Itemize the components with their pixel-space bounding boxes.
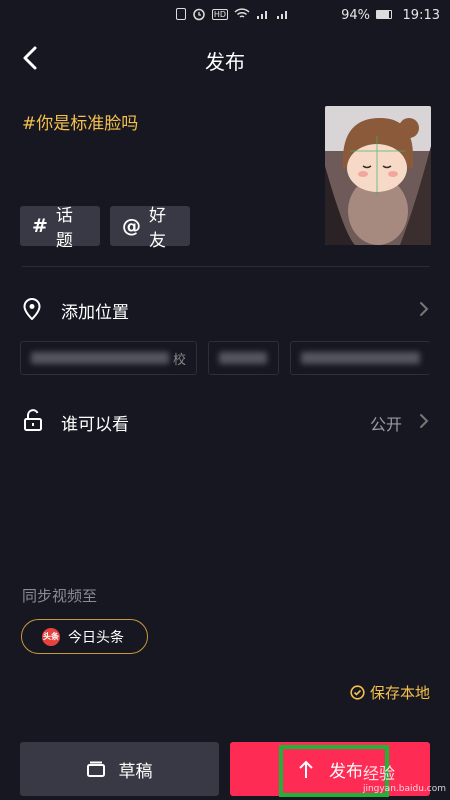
draft-box-icon xyxy=(86,761,105,777)
location-pin-icon xyxy=(23,298,41,320)
thumbnail-image xyxy=(325,106,431,245)
baidu-jingyan-watermark: 经验 jingyan.baidu.com xyxy=(363,760,446,794)
signal-4g-icon xyxy=(257,11,267,19)
vibrate-icon xyxy=(175,8,186,20)
sync-toutiao-toggle[interactable]: 头条 今日头条 xyxy=(21,619,148,654)
status-bar: HD 94% 19:13 xyxy=(0,0,450,32)
divider xyxy=(22,266,430,267)
save-local-label: 保存本地 xyxy=(369,684,430,702)
watermark-brand: 经验 xyxy=(362,764,395,783)
location-suggestion[interactable] xyxy=(290,341,430,375)
video-thumbnail[interactable] xyxy=(325,106,431,245)
save-local-toggle[interactable]: 保存本地 xyxy=(350,682,430,703)
caption-input[interactable]: #你是标准脸吗 xyxy=(22,109,138,134)
alarm-icon xyxy=(193,8,205,21)
watermark-url: jingyan.baidu.com xyxy=(362,784,446,794)
blurred-text xyxy=(31,352,169,364)
location-suggestion[interactable] xyxy=(208,341,279,375)
location-suggestion-text: 校 xyxy=(172,352,186,368)
location-suggestion[interactable]: 校 xyxy=(20,341,197,375)
hd-icon: HD xyxy=(211,8,228,20)
sync-target-label: 今日头条 xyxy=(68,629,124,646)
chevron-right-icon xyxy=(420,302,429,316)
page-title: 发布 xyxy=(205,50,245,74)
draft-button[interactable]: 草稿 xyxy=(20,742,219,796)
status-icons: HD xyxy=(175,7,290,21)
topic-chip-label: 话题 xyxy=(55,206,73,251)
add-location-row[interactable]: 添加位置 xyxy=(0,288,450,330)
visibility-value: 公开 xyxy=(369,415,402,434)
blurred-text xyxy=(219,352,267,364)
clock-time: 19:13 xyxy=(402,8,440,23)
sync-video-label: 同步视频至 xyxy=(22,587,98,605)
toutiao-logo-icon: 头条 xyxy=(42,627,60,646)
draft-label: 草稿 xyxy=(118,761,153,782)
mention-chip-label: 好友 xyxy=(149,206,166,251)
check-circle-icon xyxy=(350,685,365,700)
who-can-see-label: 谁可以看 xyxy=(61,415,129,435)
wifi-icon xyxy=(234,8,250,18)
at-icon: @ xyxy=(122,215,141,237)
topic-chip-button[interactable]: # 话题 xyxy=(20,206,100,251)
battery-icon xyxy=(376,10,392,19)
add-location-label: 添加位置 xyxy=(61,303,129,323)
mention-friends-button[interactable]: @ 好友 xyxy=(110,206,190,251)
who-can-see-row[interactable]: 谁可以看 公开 xyxy=(0,400,450,442)
signal-3g-icon xyxy=(277,11,287,19)
chevron-right-icon xyxy=(420,414,429,428)
blurred-text xyxy=(301,352,420,364)
battery-level: 94% xyxy=(341,8,370,23)
hashtag-icon: # xyxy=(32,215,48,237)
unlock-icon xyxy=(24,409,42,431)
